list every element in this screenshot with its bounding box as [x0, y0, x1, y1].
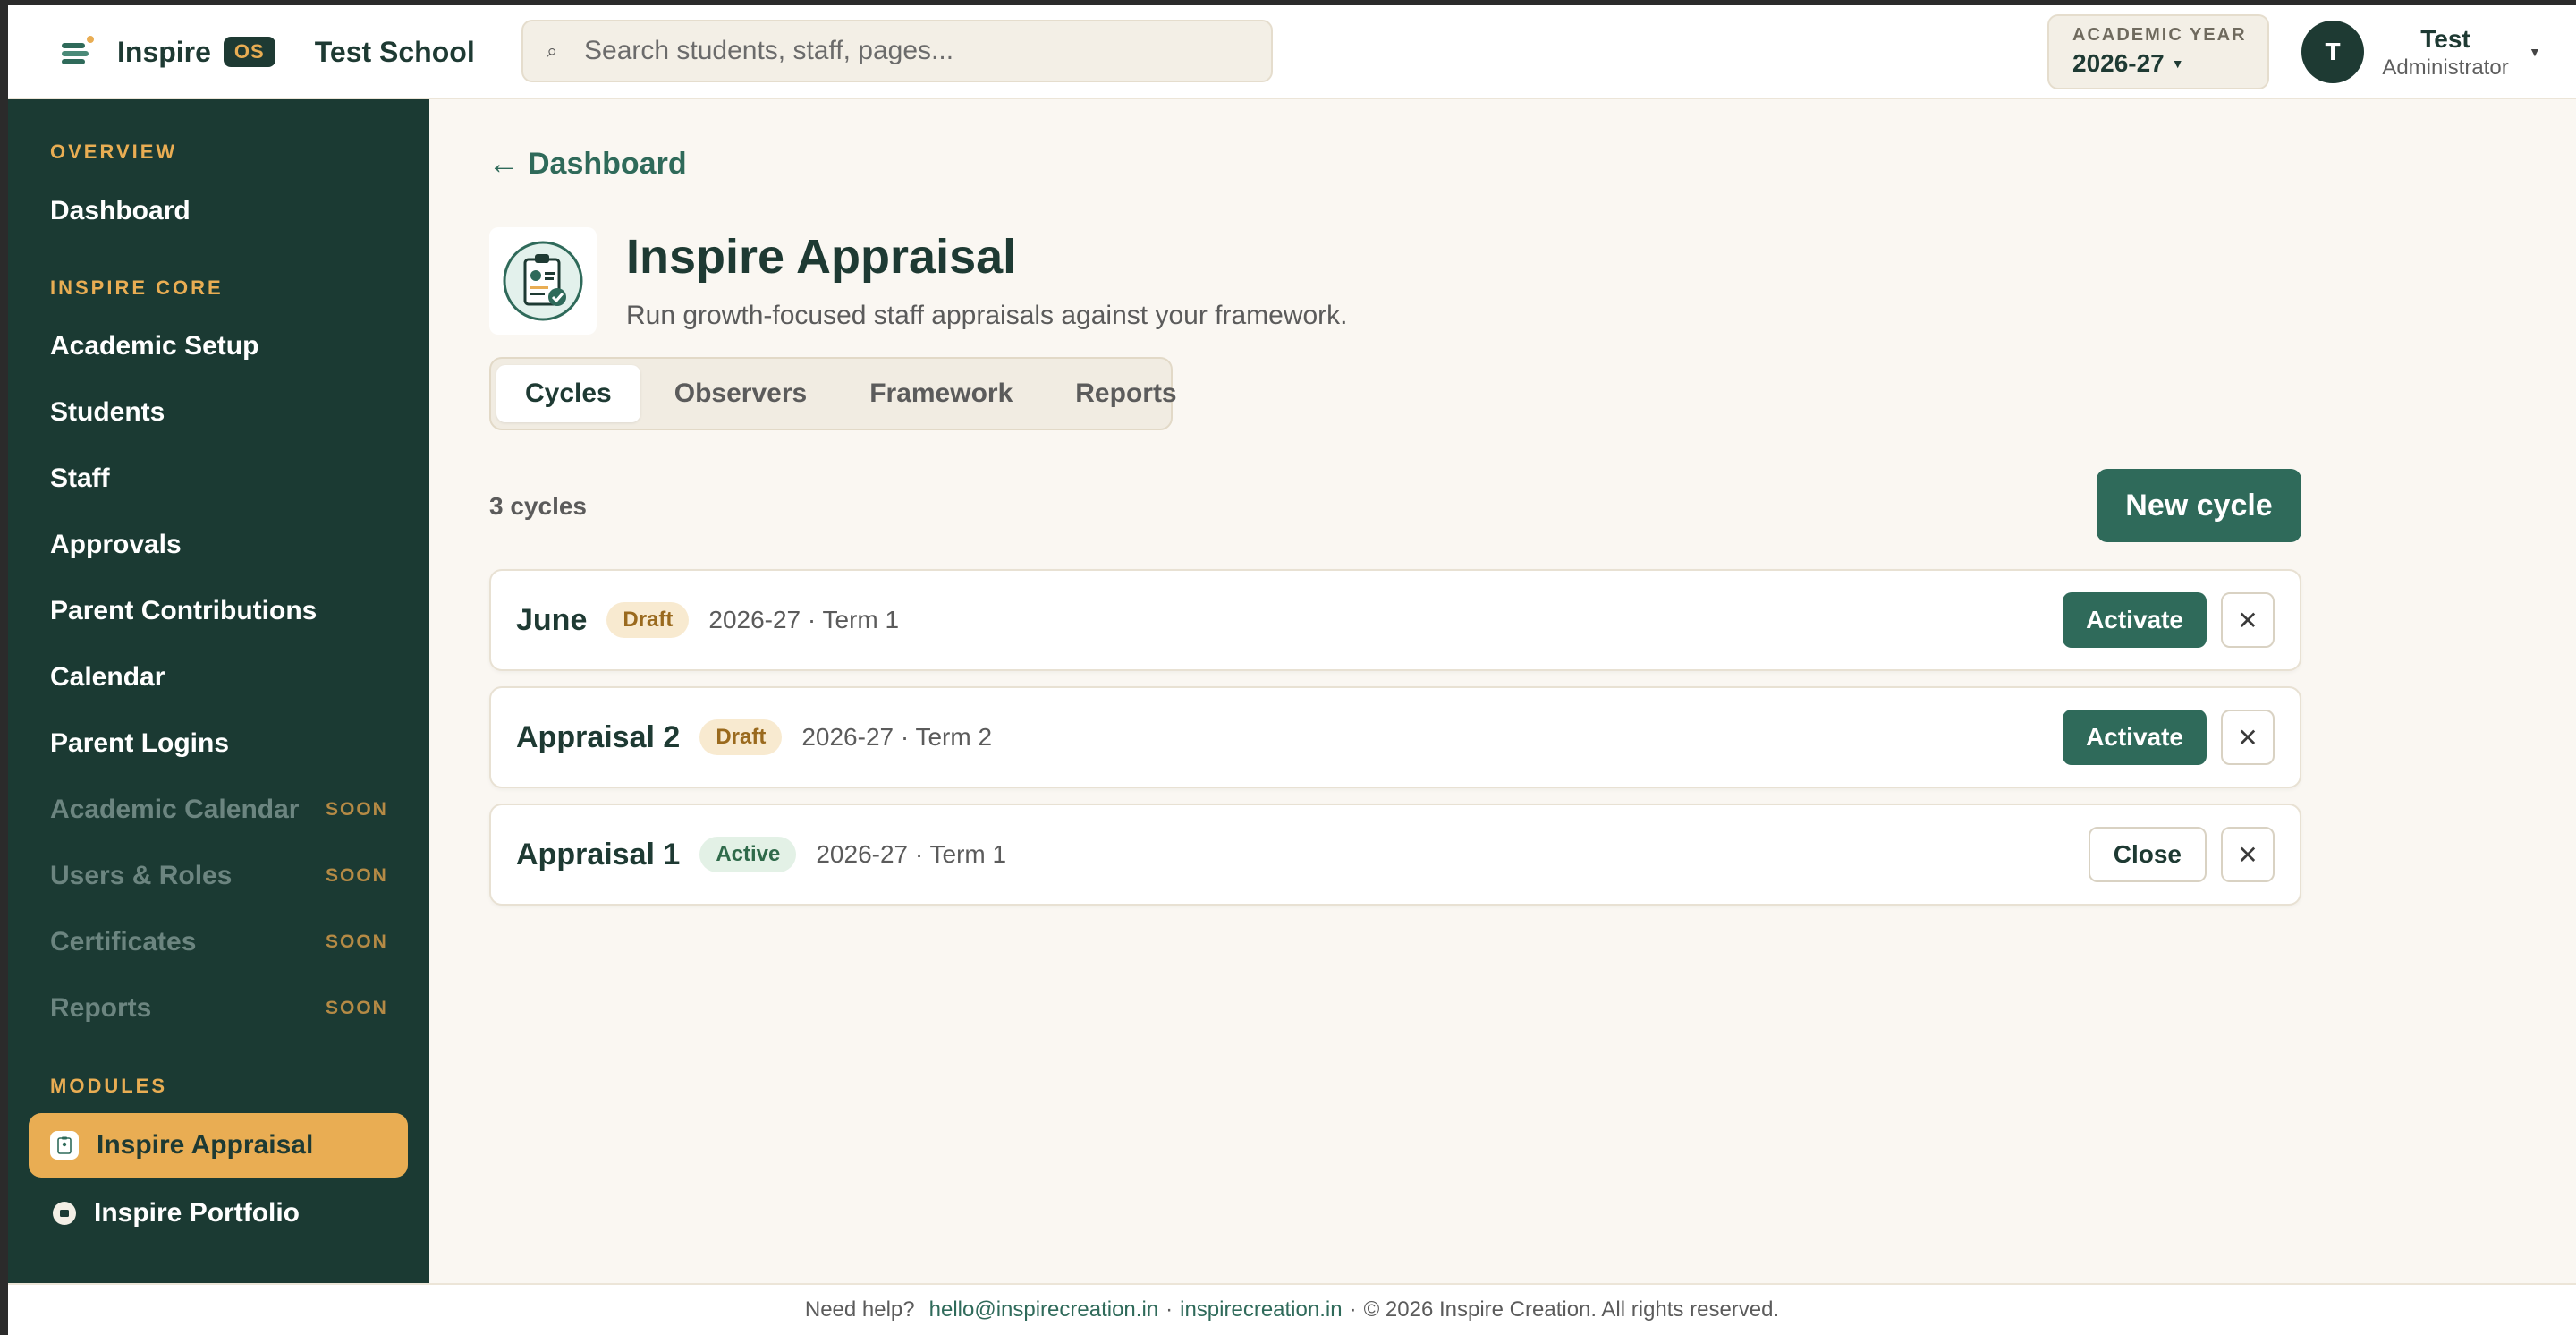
- soon-badge: SOON: [326, 931, 388, 952]
- sidebar-item-certificates: Certificates: [50, 927, 197, 957]
- section-label-modules: MODULES: [50, 1075, 167, 1097]
- cycle-count: 3 cycles: [489, 492, 587, 520]
- status-badge: Draft: [606, 602, 690, 638]
- appraisal-module-icon: [50, 1131, 79, 1160]
- sidebar-item-reports: Reports: [50, 993, 152, 1023]
- row-actions: Activate ✕: [2063, 592, 2275, 648]
- brand-name: Inspire: [117, 35, 211, 68]
- module-label: Inspire Portfolio: [94, 1198, 301, 1228]
- cycle-row: June Draft 2026-27 · Term 1 Activate ✕: [489, 569, 2301, 671]
- cycle-meta: 2026-27 · Term 1: [816, 840, 1007, 868]
- search-icon: ⌕: [547, 39, 558, 62]
- cycle-name: June: [516, 602, 588, 637]
- page-title: Inspire Appraisal: [626, 230, 1017, 284]
- soon-badge: SOON: [326, 998, 388, 1018]
- footer-separator: ·: [1165, 1297, 1174, 1322]
- search-input[interactable]: [584, 36, 1246, 66]
- sidebar-item-parent-contributions[interactable]: Parent Contributions: [50, 596, 317, 626]
- tab-cycles[interactable]: Cycles: [496, 365, 640, 422]
- section-label-overview: OVERVIEW: [50, 140, 178, 163]
- caret-down-icon: ▼: [2171, 56, 2184, 71]
- school-name: Test School: [314, 35, 475, 68]
- activate-button[interactable]: Activate: [2063, 592, 2207, 648]
- footer-help-label: Need help?: [804, 1297, 915, 1322]
- tab-observers[interactable]: Observers: [646, 365, 835, 422]
- top-header: Inspire OS Test School ⌕ ACADEMIC YEAR 2…: [8, 5, 2576, 99]
- footer-copyright: © 2026 Inspire Creation. All rights rese…: [1363, 1297, 1780, 1322]
- footer-separator: ·: [1349, 1297, 1357, 1322]
- academic-year-value-row: 2026-27 ▼: [2072, 49, 2267, 78]
- sidebar-item-approvals[interactable]: Approvals: [50, 530, 182, 560]
- academic-year-selector[interactable]: ACADEMIC YEAR 2026-27 ▼: [2047, 14, 2269, 89]
- tab-reports[interactable]: Reports: [1046, 365, 1205, 422]
- cycle-name: Appraisal 1: [516, 837, 681, 872]
- cycle-row: Appraisal 2 Draft 2026-27 · Term 2 Activ…: [489, 686, 2301, 788]
- sidebar-module-inspire-appraisal[interactable]: Inspire Appraisal: [29, 1113, 408, 1178]
- cycle-meta: 2026-27 · Term 1: [708, 606, 900, 633]
- tab-framework[interactable]: Framework: [841, 365, 1041, 422]
- app-window: Inspire OS Test School ⌕ ACADEMIC YEAR 2…: [8, 5, 2576, 1335]
- status-badge: Draft: [699, 719, 783, 755]
- user-menu[interactable]: Test Administrator: [2378, 25, 2512, 81]
- footer-email-link[interactable]: hello@inspirecreation.in: [929, 1297, 1159, 1322]
- brand-badge: OS: [223, 37, 275, 67]
- section-label-inspire-core: INSPIRE CORE: [50, 276, 224, 299]
- tab-bar: Cycles Observers Framework Reports: [489, 357, 1177, 430]
- global-search[interactable]: ⌕: [521, 20, 1273, 82]
- new-cycle-button[interactable]: New cycle: [2097, 469, 2301, 542]
- close-icon[interactable]: ✕: [2221, 827, 2275, 882]
- cycle-row: Appraisal 1 Active 2026-27 · Term 1 Clos…: [489, 804, 2301, 906]
- sidebar-item-users-roles: Users & Roles: [50, 861, 233, 890]
- soon-badge: SOON: [326, 799, 388, 820]
- row-actions: Close ✕: [2088, 827, 2275, 882]
- caret-down-icon[interactable]: ▼: [2529, 45, 2541, 59]
- brand[interactable]: Inspire OS Test School: [58, 32, 475, 72]
- sidebar-item-dashboard[interactable]: Dashboard: [50, 196, 191, 226]
- sidebar-item-academic-setup[interactable]: Academic Setup: [50, 331, 258, 361]
- cycle-meta: 2026-27 · Term 2: [801, 723, 993, 751]
- activate-button[interactable]: Activate: [2063, 710, 2207, 765]
- back-to-dashboard-link[interactable]: ← Dashboard: [488, 147, 687, 182]
- cycle-name: Appraisal 2: [516, 719, 681, 754]
- arrow-left-icon: ←: [488, 147, 519, 181]
- module-label: Inspire Appraisal: [97, 1130, 314, 1160]
- sidebar: OVERVIEW Dashboard INSPIRE CORE Academic…: [8, 99, 429, 1283]
- user-role: Administrator: [2382, 55, 2509, 80]
- footer-site-link[interactable]: inspirecreation.in: [1180, 1297, 1342, 1322]
- row-actions: Activate ✕: [2063, 710, 2275, 765]
- soon-badge: SOON: [326, 865, 388, 886]
- footer: Need help? hello@inspirecreation.in · in…: [8, 1283, 2576, 1335]
- sidebar-item-academic-calendar: Academic Calendar: [50, 795, 300, 824]
- back-link-label: Dashboard: [528, 147, 687, 181]
- sidebar-item-students[interactable]: Students: [50, 397, 165, 428]
- user-avatar[interactable]: T: [2301, 21, 2364, 83]
- user-name: Test: [2420, 25, 2470, 53]
- sidebar-item-parent-logins[interactable]: Parent Logins: [50, 728, 229, 759]
- page-subtitle: Run growth-focused staff appraisals agai…: [626, 301, 1348, 330]
- appraisal-clipboard-icon: [489, 227, 597, 335]
- sidebar-module-inspire-portfolio[interactable]: Inspire Portfolio: [29, 1181, 408, 1246]
- status-badge: Active: [699, 837, 797, 872]
- portfolio-module-icon: [53, 1202, 76, 1225]
- sidebar-item-staff[interactable]: Staff: [50, 463, 110, 494]
- academic-year-value: 2026-27: [2072, 49, 2165, 77]
- sidebar-item-calendar[interactable]: Calendar: [50, 662, 165, 693]
- close-icon[interactable]: ✕: [2221, 710, 2275, 765]
- close-cycle-button[interactable]: Close: [2088, 827, 2207, 882]
- close-icon[interactable]: ✕: [2221, 592, 2275, 648]
- inspire-logo-icon: [58, 36, 94, 68]
- academic-year-label: ACADEMIC YEAR: [2072, 25, 2247, 45]
